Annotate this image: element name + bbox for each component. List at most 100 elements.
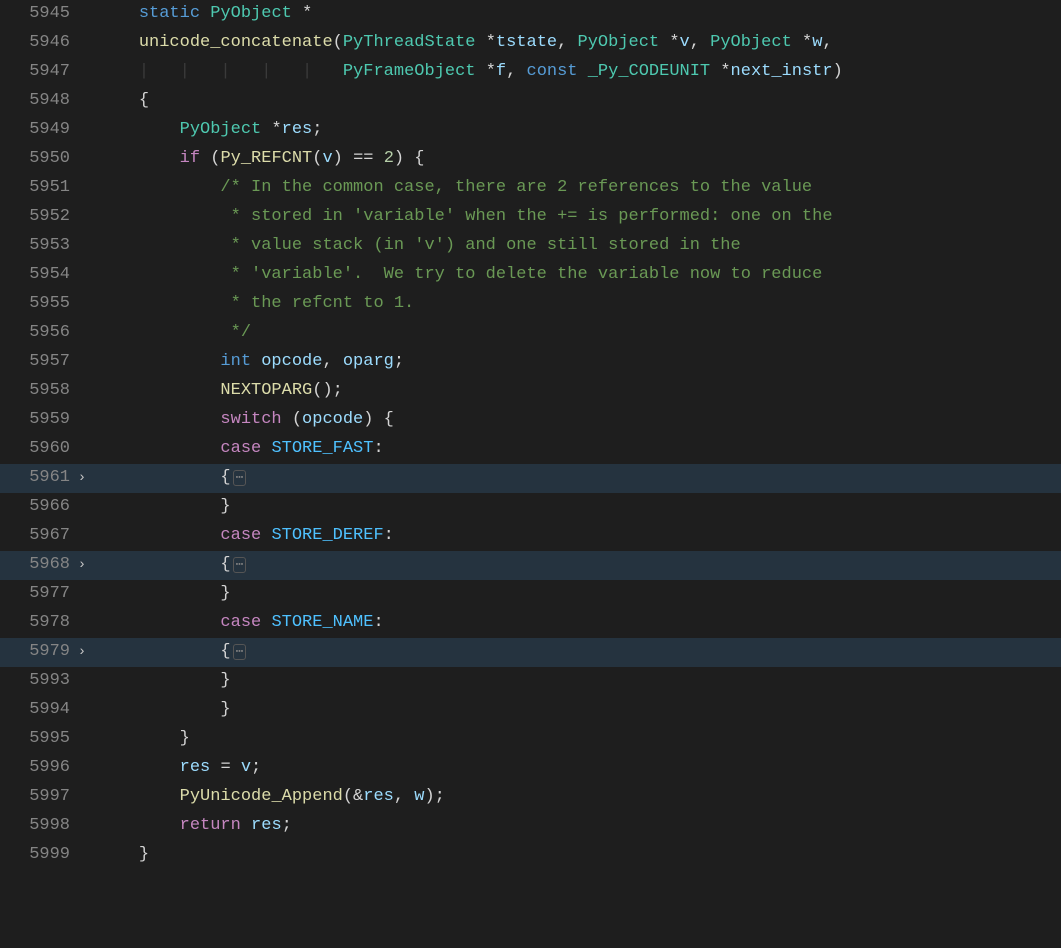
gutter: 5949 — [0, 116, 98, 145]
gutter: 5947 — [0, 58, 98, 87]
code-content[interactable]: case STORE_DEREF: — [98, 522, 1061, 551]
code-content[interactable]: {⋯ — [98, 638, 1061, 667]
code-content[interactable]: } — [98, 841, 1061, 870]
code-content[interactable]: int opcode, oparg; — [98, 348, 1061, 377]
code-content[interactable]: return res; — [98, 812, 1061, 841]
code-content[interactable]: PyObject *res; — [98, 116, 1061, 145]
code-line[interactable]: 5958 NEXTOPARG(); — [0, 377, 1061, 406]
code-line[interactable]: 5959 switch (opcode) { — [0, 406, 1061, 435]
code-content[interactable]: case STORE_FAST: — [98, 435, 1061, 464]
code-line[interactable]: 5949 PyObject *res; — [0, 116, 1061, 145]
code-line[interactable]: 5951 /* In the common case, there are 2 … — [0, 174, 1061, 203]
code-line[interactable]: 5961› {⋯ — [0, 464, 1061, 493]
gutter: 5959 — [0, 406, 98, 435]
code-content[interactable]: } — [98, 580, 1061, 609]
code-content[interactable]: | | | | | PyFrameObject *f, const _Py_CO… — [98, 58, 1061, 87]
line-number: 5949 — [0, 116, 76, 145]
gutter: 5960 — [0, 435, 98, 464]
code-line[interactable]: 5947 | | | | | PyFrameObject *f, const _… — [0, 58, 1061, 87]
line-number: 5947 — [0, 58, 76, 87]
line-number: 5997 — [0, 783, 76, 812]
code-editor[interactable]: 5945 static PyObject *5946 unicode_conca… — [0, 0, 1061, 948]
code-content[interactable]: switch (opcode) { — [98, 406, 1061, 435]
line-number: 5966 — [0, 493, 76, 522]
code-content[interactable]: } — [98, 667, 1061, 696]
line-number: 5961 — [0, 464, 76, 493]
code-content[interactable]: if (Py_REFCNT(v) == 2) { — [98, 145, 1061, 174]
code-line[interactable]: 5995 } — [0, 725, 1061, 754]
code-line[interactable]: 5996 res = v; — [0, 754, 1061, 783]
line-number: 5946 — [0, 29, 76, 58]
line-number: 5977 — [0, 580, 76, 609]
code-line[interactable]: 5977 } — [0, 580, 1061, 609]
gutter: 5958 — [0, 377, 98, 406]
line-number: 5995 — [0, 725, 76, 754]
line-number: 5952 — [0, 203, 76, 232]
code-content[interactable]: PyUnicode_Append(&res, w); — [98, 783, 1061, 812]
code-line[interactable]: 5966 } — [0, 493, 1061, 522]
gutter: 5968› — [0, 551, 98, 580]
fold-toggle-icon[interactable]: › — [76, 467, 88, 491]
gutter: 5956 — [0, 319, 98, 348]
code-line[interactable]: 5968› {⋯ — [0, 551, 1061, 580]
code-line[interactable]: 5997 PyUnicode_Append(&res, w); — [0, 783, 1061, 812]
code-line[interactable]: 5993 } — [0, 667, 1061, 696]
line-number: 5978 — [0, 609, 76, 638]
code-content[interactable]: {⋯ — [98, 551, 1061, 580]
code-line[interactable]: 5946 unicode_concatenate(PyThreadState *… — [0, 29, 1061, 58]
code-content[interactable]: NEXTOPARG(); — [98, 377, 1061, 406]
code-content[interactable]: * the refcnt to 1. — [98, 290, 1061, 319]
code-line[interactable]: 5950 if (Py_REFCNT(v) == 2) { — [0, 145, 1061, 174]
gutter: 5967 — [0, 522, 98, 551]
code-line[interactable]: 5957 int opcode, oparg; — [0, 348, 1061, 377]
fold-toggle-icon[interactable]: › — [76, 641, 88, 665]
code-content[interactable]: } — [98, 493, 1061, 522]
code-content[interactable]: /* In the common case, there are 2 refer… — [98, 174, 1061, 203]
code-content[interactable]: unicode_concatenate(PyThreadState *tstat… — [98, 29, 1061, 58]
code-line[interactable]: 5948 { — [0, 87, 1061, 116]
gutter: 5945 — [0, 0, 98, 29]
gutter: 5997 — [0, 783, 98, 812]
code-content[interactable]: */ — [98, 319, 1061, 348]
code-line[interactable]: 5954 * 'variable'. We try to delete the … — [0, 261, 1061, 290]
code-line[interactable]: 5967 case STORE_DEREF: — [0, 522, 1061, 551]
code-content[interactable]: { — [98, 87, 1061, 116]
line-number: 5956 — [0, 319, 76, 348]
gutter: 5996 — [0, 754, 98, 783]
code-content[interactable]: res = v; — [98, 754, 1061, 783]
line-number: 5968 — [0, 551, 76, 580]
line-number: 5993 — [0, 667, 76, 696]
gutter: 5955 — [0, 290, 98, 319]
gutter: 5948 — [0, 87, 98, 116]
line-number: 5960 — [0, 435, 76, 464]
code-line[interactable]: 5955 * the refcnt to 1. — [0, 290, 1061, 319]
code-content[interactable]: } — [98, 696, 1061, 725]
code-line[interactable]: 5960 case STORE_FAST: — [0, 435, 1061, 464]
fold-toggle-icon[interactable]: › — [76, 554, 88, 578]
gutter: 5994 — [0, 696, 98, 725]
code-content[interactable]: * value stack (in 'v') and one still sto… — [98, 232, 1061, 261]
line-number: 5959 — [0, 406, 76, 435]
code-content[interactable]: {⋯ — [98, 464, 1061, 493]
gutter: 5978 — [0, 609, 98, 638]
code-line[interactable]: 5994 } — [0, 696, 1061, 725]
code-content[interactable]: * stored in 'variable' when the += is pe… — [98, 203, 1061, 232]
code-content[interactable]: static PyObject * — [98, 0, 1061, 29]
code-line[interactable]: 5956 */ — [0, 319, 1061, 348]
gutter: 5951 — [0, 174, 98, 203]
gutter: 5966 — [0, 493, 98, 522]
code-content[interactable]: case STORE_NAME: — [98, 609, 1061, 638]
code-content[interactable]: * 'variable'. We try to delete the varia… — [98, 261, 1061, 290]
gutter: 5954 — [0, 261, 98, 290]
code-content[interactable]: } — [98, 725, 1061, 754]
line-number: 5955 — [0, 290, 76, 319]
code-line[interactable]: 5979› {⋯ — [0, 638, 1061, 667]
code-line[interactable]: 5978 case STORE_NAME: — [0, 609, 1061, 638]
code-line[interactable]: 5999 } — [0, 841, 1061, 870]
code-line[interactable]: 5998 return res; — [0, 812, 1061, 841]
code-line[interactable]: 5945 static PyObject * — [0, 0, 1061, 29]
code-line[interactable]: 5953 * value stack (in 'v') and one stil… — [0, 232, 1061, 261]
code-line[interactable]: 5952 * stored in 'variable' when the += … — [0, 203, 1061, 232]
gutter: 5961› — [0, 464, 98, 493]
gutter: 5957 — [0, 348, 98, 377]
